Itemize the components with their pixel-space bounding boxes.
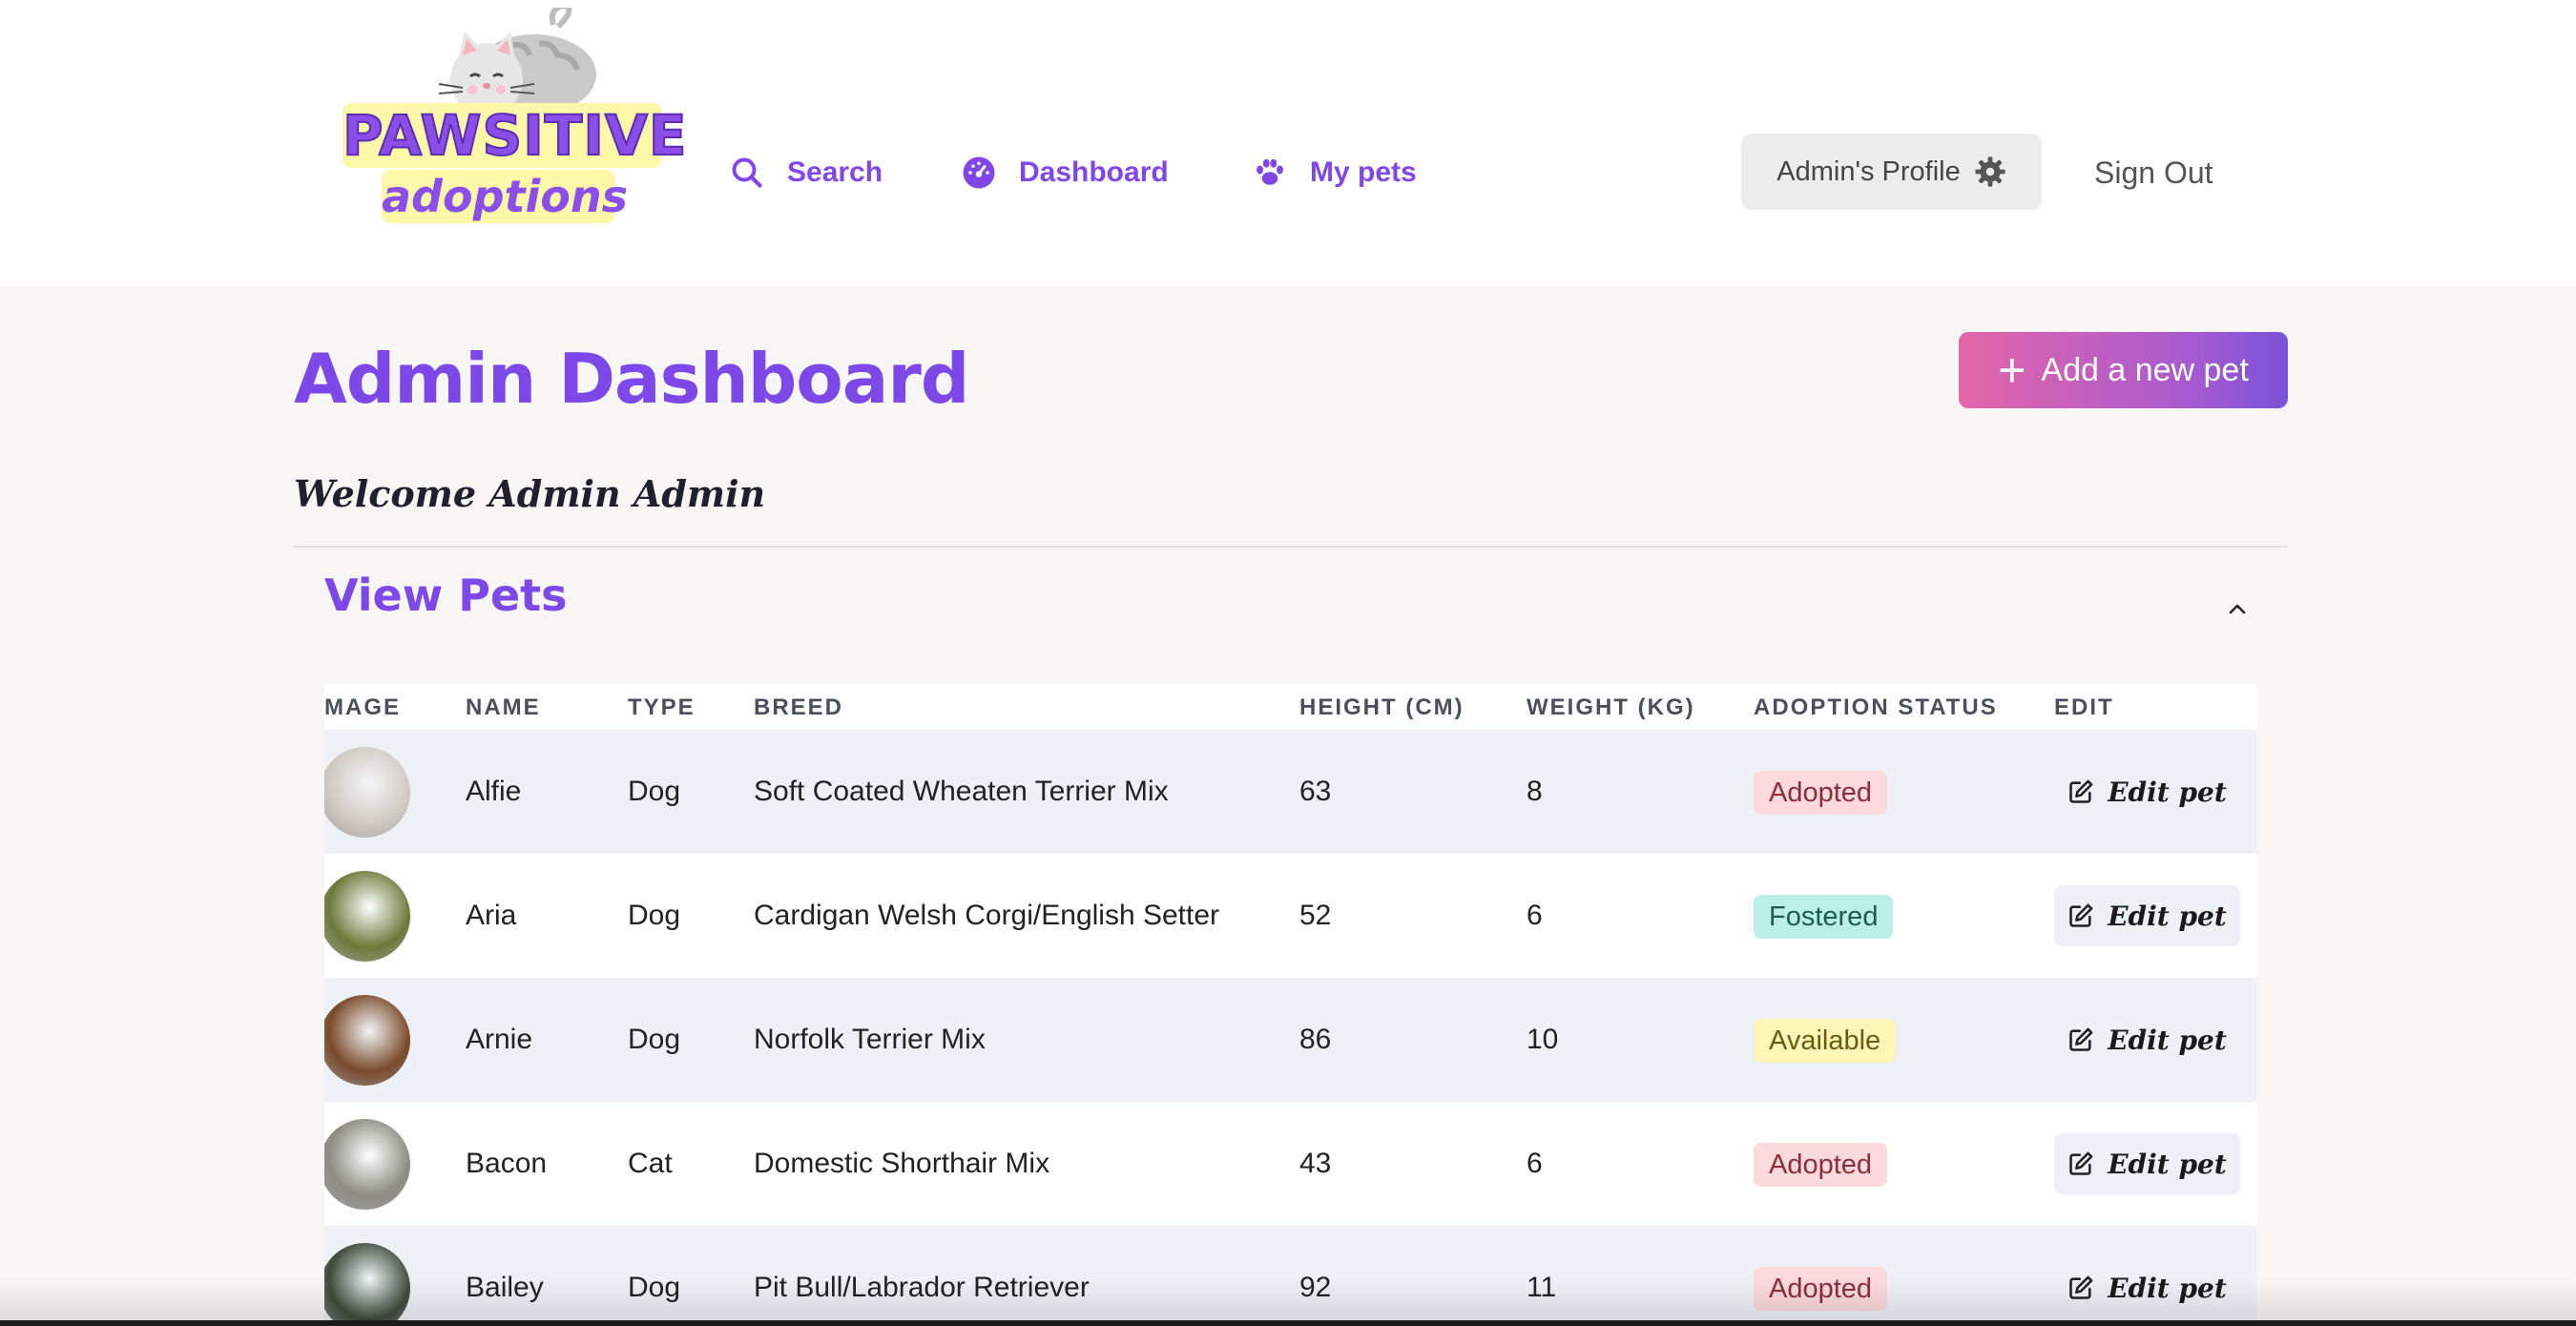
pet-photo: [324, 1243, 410, 1326]
cat-logo-icon: [438, 8, 596, 115]
edit-pet-button[interactable]: Edit pet: [2054, 761, 2240, 822]
pet-type: Dog: [628, 900, 681, 931]
edit-pet-label: Edit pet: [2108, 1272, 2227, 1304]
pets-table: MAGE NAME TYPE BREED HEIGHT (CM) WEIGHT …: [324, 684, 2256, 1326]
table-row: Arnie Dog Norfolk Terrier Mix 86 10 Available…: [324, 978, 2256, 1102]
pet-type: Dog: [628, 1272, 681, 1303]
adoption-status-badge: Available: [1754, 1019, 1897, 1063]
plus-icon: +: [1998, 343, 2026, 397]
collapse-section-button[interactable]: [2218, 590, 2256, 628]
sign-out-link[interactable]: Sign Out: [2094, 148, 2213, 197]
edit-pet-label: Edit pet: [2108, 900, 2227, 932]
pet-breed: Cardigan Welsh Corgi/English Setter: [754, 900, 1220, 931]
pet-height: 63: [1299, 776, 1332, 807]
edit-pet-label: Edit pet: [2108, 1024, 2227, 1056]
pawsitive-logo[interactable]: PAWSITIVE adoptions: [339, 8, 688, 223]
add-new-pet-button[interactable]: + Add a new pet: [1959, 332, 2288, 408]
pet-weight: 6: [1527, 1148, 1543, 1179]
edit-icon: [2069, 1275, 2093, 1299]
page-title: Admin Dashboard: [294, 339, 969, 419]
nav-my-pets-label: My pets: [1310, 156, 1417, 188]
adoption-status-badge: Adopted: [1754, 771, 1888, 815]
pet-type: Dog: [628, 1024, 681, 1055]
adoption-status-badge: Adopted: [1754, 1143, 1888, 1187]
pet-height: 52: [1299, 900, 1332, 931]
pet-breed: Soft Coated Wheaten Terrier Mix: [754, 776, 1169, 807]
paw-icon: [1257, 158, 1283, 185]
edit-pet-label: Edit pet: [2108, 1148, 2227, 1180]
gear-icon: [1975, 156, 2005, 187]
pet-photo: [324, 871, 410, 962]
add-new-pet-label: Add a new pet: [2041, 351, 2249, 388]
column-header-height: HEIGHT (CM): [1299, 694, 1465, 720]
chevron-up-icon: [2229, 604, 2246, 614]
edit-pet-button[interactable]: Edit pet: [2054, 1133, 2240, 1194]
adoption-status-badge: Adopted: [1754, 1267, 1888, 1311]
pet-photo: [324, 1119, 410, 1210]
pet-weight: 10: [1527, 1024, 1559, 1055]
table-row: Bailey Dog Pit Bull/Labrador Retriever 92 11…: [324, 1226, 2256, 1326]
pet-photo: [324, 995, 410, 1086]
pet-breed: Norfolk Terrier Mix: [754, 1024, 986, 1055]
nav-search-label: Search: [787, 156, 883, 188]
pet-weight: 8: [1527, 776, 1543, 807]
pet-type: Cat: [628, 1148, 673, 1179]
admin-profile-label: Admin's Profile: [1776, 155, 1961, 187]
window-bottom-edge: [0, 1320, 2576, 1326]
table-row: Alfie Dog Soft Coated Wheaten Terrier Mix 6…: [324, 730, 2256, 854]
edit-pet-button[interactable]: Edit pet: [2054, 1257, 2240, 1318]
edit-pet-label: Edit pet: [2108, 776, 2227, 808]
gauge-icon: [963, 156, 995, 189]
admin-profile-button[interactable]: Admin's Profile: [1741, 134, 2042, 210]
top-header: PAWSITIVE adoptions Search Dashboard My …: [0, 0, 2576, 286]
pet-breed: Domestic Shorthair Mix: [754, 1148, 1050, 1179]
pet-name: Aria: [466, 900, 517, 931]
column-header-name: NAME: [466, 694, 541, 720]
pet-name: Alfie: [466, 776, 522, 807]
logo-text-pawsitive: PAWSITIVE: [342, 102, 688, 169]
welcome-message: Welcome Admin Admin: [294, 472, 766, 515]
nav-search-link[interactable]: Search: [730, 148, 883, 197]
logo-text-adoptions: adoptions: [382, 170, 628, 223]
pet-height: 92: [1299, 1272, 1332, 1303]
pet-name: Bacon: [466, 1148, 548, 1179]
edit-icon: [2069, 779, 2093, 803]
pet-weight: 6: [1527, 900, 1543, 931]
edit-icon: [2069, 903, 2093, 927]
pet-weight: 11: [1527, 1272, 1557, 1303]
nav-dashboard-link[interactable]: Dashboard: [962, 148, 1169, 197]
column-header-type: TYPE: [628, 694, 696, 720]
column-header-adoption-status: ADOPTION STATUS: [1754, 694, 1998, 720]
edit-pet-button[interactable]: Edit pet: [2054, 1009, 2240, 1070]
column-header-image: MAGE: [324, 694, 401, 720]
pet-height: 43: [1299, 1148, 1332, 1179]
table-header-row: MAGE NAME TYPE BREED HEIGHT (CM) WEIGHT …: [324, 684, 2256, 730]
table-row: Bacon Cat Domestic Shorthair Mix 43 6 Adopted…: [324, 1102, 2256, 1226]
pet-name: Arnie: [466, 1024, 533, 1055]
pet-name: Bailey: [466, 1272, 544, 1303]
pet-height: 86: [1299, 1024, 1332, 1055]
table-row: Aria Dog Cardigan Welsh Corgi/English Sett…: [324, 854, 2256, 978]
search-icon: [732, 157, 762, 188]
column-header-weight: WEIGHT (KG): [1527, 694, 1695, 720]
pet-breed: Pit Bull/Labrador Retriever: [754, 1272, 1090, 1303]
column-header-edit: EDIT: [2054, 694, 2114, 720]
edit-icon: [2069, 1151, 2093, 1175]
section-divider: [294, 546, 2288, 548]
nav-my-pets-link[interactable]: My pets: [1253, 148, 1417, 197]
pet-type: Dog: [628, 776, 681, 807]
column-header-breed: BREED: [754, 694, 844, 720]
edit-pet-button[interactable]: Edit pet: [2054, 885, 2240, 946]
adoption-status-badge: Fostered: [1754, 895, 1894, 939]
view-pets-title: View Pets: [324, 570, 568, 621]
edit-icon: [2069, 1027, 2093, 1051]
pet-photo: [324, 747, 410, 838]
nav-dashboard-label: Dashboard: [1019, 156, 1169, 188]
